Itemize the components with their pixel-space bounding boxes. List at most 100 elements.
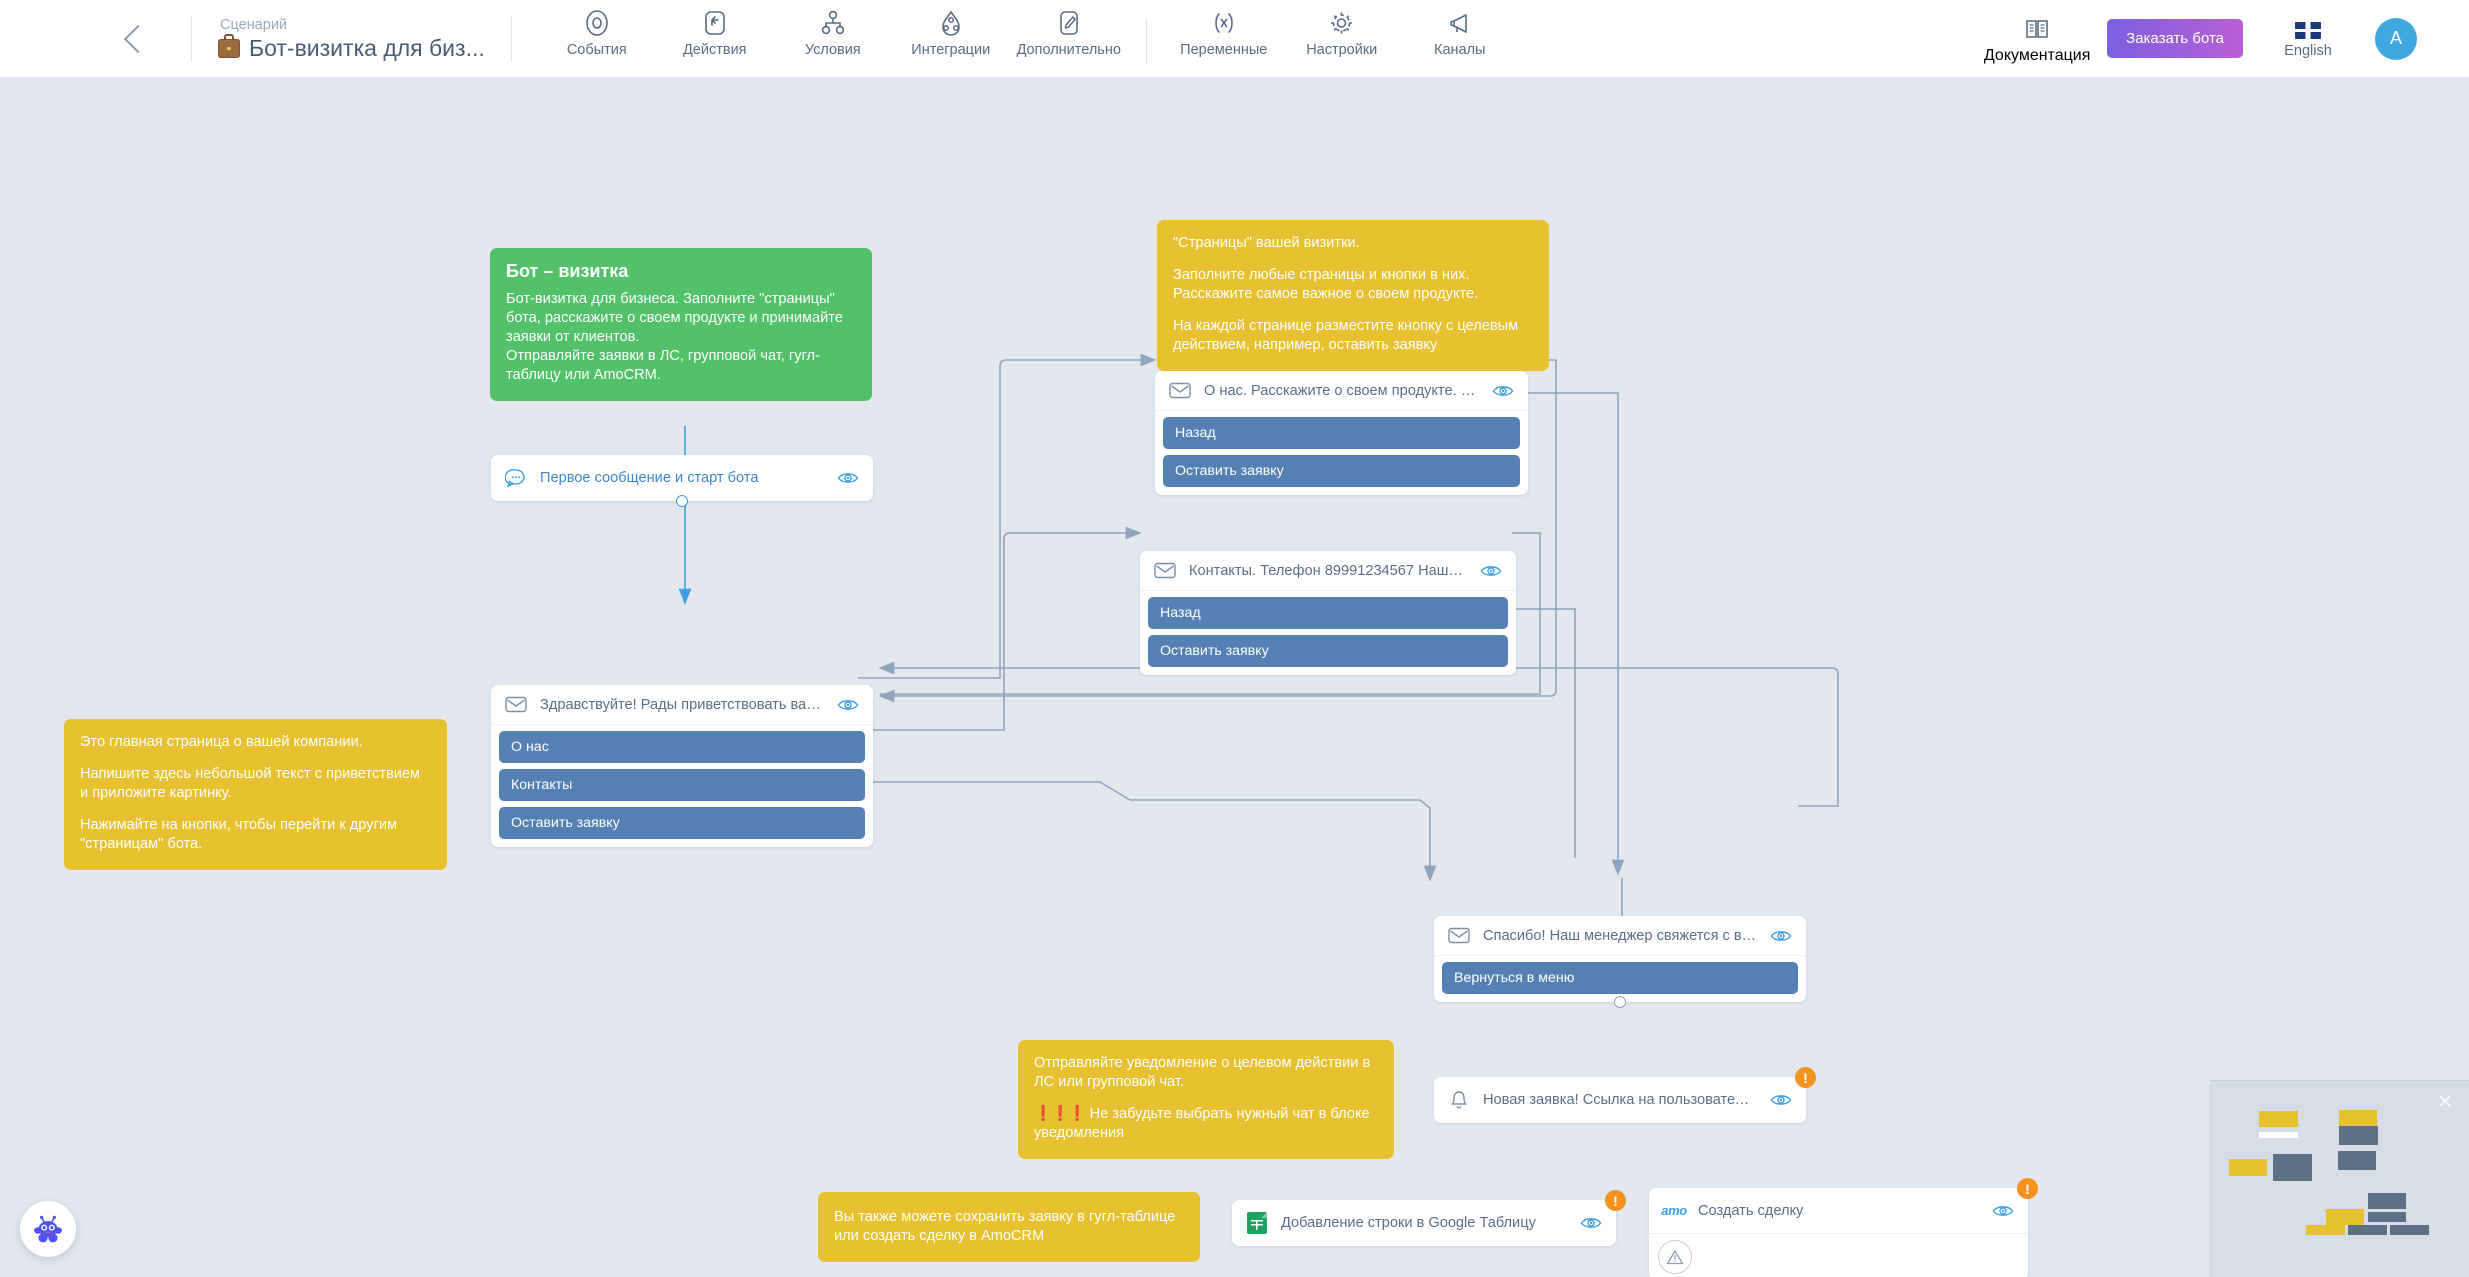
scenario-info[interactable]: Сценарий Бот-визитка для биз... [218,0,485,78]
eye-icon[interactable] [1492,383,1514,399]
bell-icon [1448,1089,1470,1111]
divider [511,16,512,62]
note-notify-line2: ❗❗❗ Не забудьте выбрать нужный чат в бло… [1034,1105,1378,1143]
flow-button[interactable]: Назад [1163,417,1520,449]
bot-chat-button[interactable] [20,1201,76,1257]
eye-icon[interactable] [837,470,859,486]
documentation-label: Документация [1984,47,2090,65]
button-row: Контакты [499,769,865,807]
top-toolbar: Сценарий Бот-визитка для биз... События [0,0,2469,78]
minimap-node-rect [2273,1154,2312,1181]
tool-label: Каналы [1434,42,1485,58]
event-icon [584,9,610,37]
note-crm-line1: Вы также можете сохранить заявку в гугл-… [834,1208,1184,1246]
note-pages-line3: На каждой странице разместите кнопку с ц… [1173,317,1533,355]
minimap-node-rect [2368,1212,2406,1222]
top-bar-right: Документация Заказать бота English A [1973,12,2469,65]
node-start-output-port[interactable] [676,495,688,507]
tool-label: Действия [683,42,747,58]
minimap-node-rect [2326,1209,2364,1225]
tool-group-left: События Действия [538,0,1519,78]
avatar[interactable]: A [2375,18,2417,60]
flow-button[interactable]: Оставить заявку [1148,635,1508,667]
flow-button[interactable]: Оставить заявку [499,807,865,839]
back-button[interactable] [105,0,165,78]
eye-icon[interactable] [1992,1203,2014,1219]
node-start[interactable]: Первое сообщение и старт бота [491,455,873,501]
uk-flag-icon [2295,22,2321,39]
order-bot-button[interactable]: Заказать бота [2107,19,2243,58]
node-amocrm-title: Создать сделку [1698,1203,1979,1219]
warning-triangle-icon[interactable] [1658,1240,1692,1274]
flow-button[interactable]: Назад [1148,597,1508,629]
variable-icon [1210,9,1238,37]
eye-icon[interactable] [1770,1092,1792,1108]
node-contacts-title: Контакты. Телефон 89991234567 Наш адре..… [1189,563,1467,579]
eye-icon[interactable] [1770,928,1792,944]
flow-button[interactable]: Контакты [499,769,865,801]
eye-icon[interactable] [837,697,859,713]
note-crm[interactable]: Вы также можете сохранить заявку в гугл-… [818,1192,1200,1262]
node-contacts[interactable]: Контакты. Телефон 89991234567 Наш адре..… [1140,551,1516,675]
amocrm-logo-text: amo [1661,1203,1687,1218]
minimap[interactable]: ✕ [2210,1080,2469,1277]
node-google-sheet-title: Добавление строки в Google Таблицу [1281,1215,1567,1231]
tool-channels[interactable]: Каналы [1401,9,1519,58]
node-new-request-title: Новая заявка! Ссылка на пользователя:... [1483,1092,1757,1108]
tool-label: Условия [805,42,861,58]
minimap-node-rect [2259,1111,2298,1127]
minimap-node-rect [2368,1193,2406,1209]
gear-icon [1328,9,1355,37]
warning-marks-icon: ❗❗❗ [1034,1106,1086,1122]
extra-icon [1057,9,1081,37]
amocrm-icon: amo [1663,1200,1685,1222]
node-new-request[interactable]: ! Новая заявка! Ссылка на пользователя:.… [1434,1077,1806,1123]
action-icon [703,9,727,37]
node-thanks-output-port[interactable] [1614,996,1626,1008]
status-badge: ! [1605,1190,1626,1211]
minimap-node-rect [2390,1225,2429,1235]
tool-extra[interactable]: Дополнительно [1010,9,1128,58]
bot-chat-icon [30,1212,66,1246]
eye-icon[interactable] [1580,1215,1602,1231]
note-notify[interactable]: Отправляйте уведомление о целевом действ… [1018,1040,1394,1159]
flow-button[interactable]: Вернуться в меню [1442,962,1798,994]
button-row: О нас [499,731,865,769]
node-google-sheet[interactable]: ! Добавление строки в Google Таблицу [1232,1200,1616,1246]
button-row: Оставить заявку [499,807,865,839]
button-row: Вернуться в меню [1442,962,1798,994]
minimap-node-rect [2229,1159,2267,1176]
close-icon[interactable]: ✕ [2437,1093,2453,1112]
note-intro[interactable]: Бот – визитка Бот-визитка для бизнеса. З… [490,248,872,401]
chat-dots-icon [505,467,527,489]
chevron-left-icon [124,24,152,52]
node-about-title: О нас. Расскажите о своем продукте. Вы..… [1204,383,1479,399]
flow-button[interactable]: Оставить заявку [1163,455,1520,487]
tool-actions[interactable]: Действия [656,9,774,58]
tool-events[interactable]: События [538,9,656,58]
tool-integrations[interactable]: Интеграции [892,9,1010,58]
note-mainpage-line1: Это главная страница о вашей компании. [80,733,431,752]
tool-label: Интеграции [911,42,990,58]
note-pages[interactable]: "Страницы" вашей визитки. Заполните любы… [1157,220,1549,371]
node-about[interactable]: О нас. Расскажите о своем продукте. Вы..… [1155,371,1528,495]
documentation-button[interactable]: Документация [1973,12,2101,65]
tool-conditions[interactable]: Условия [774,9,892,58]
language-switcher[interactable]: English [2265,18,2351,59]
flow-button[interactable]: О нас [499,731,865,763]
status-badge: ! [2017,1178,2038,1199]
tool-label: Настройки [1306,42,1377,58]
status-badge: ! [1795,1067,1816,1088]
flow-canvas[interactable]: Бот – визитка Бот-визитка для бизнеса. З… [0,78,2469,1277]
tool-settings[interactable]: Настройки [1283,9,1401,58]
google-sheets-icon [1246,1212,1268,1234]
node-amocrm[interactable]: ! amo Создать сделку [1649,1188,2028,1277]
language-label: English [2284,43,2332,59]
note-notify-line1: Отправляйте уведомление о целевом действ… [1034,1054,1378,1092]
node-thanks[interactable]: Спасибо! Наш менеджер свяжется с вами в.… [1434,916,1806,1002]
minimap-node-rect [2339,1126,2378,1145]
node-main-page[interactable]: Здравствуйте! Рады приветствовать вас в.… [491,685,873,847]
tool-variables[interactable]: Переменные [1165,9,1283,58]
note-mainpage[interactable]: Это главная страница о вашей компании. Н… [64,719,447,870]
eye-icon[interactable] [1480,563,1502,579]
